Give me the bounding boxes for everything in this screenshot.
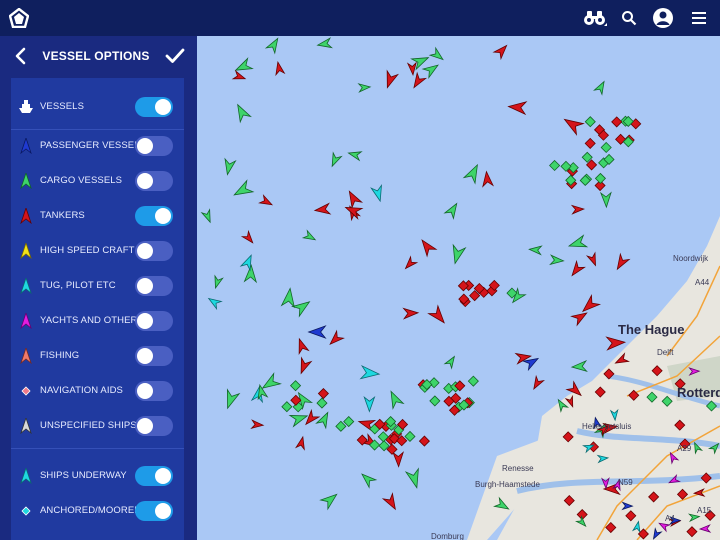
filter-label: HIGH SPEED CRAFT — [40, 245, 135, 256]
filter-label: PASSENGER VESSELS — [40, 140, 147, 151]
user-icon[interactable] — [650, 6, 676, 30]
toggle-navigation-aids[interactable] — [135, 381, 173, 401]
navigation-aid-diamond-icon — [19, 383, 33, 399]
filter-row-vessels[interactable]: VESSELS — [11, 92, 184, 122]
filter-label: UNSPECIFIED SHIPS — [40, 420, 137, 431]
filter-label: FISHING — [40, 350, 80, 361]
road-label: A4 — [665, 514, 675, 523]
home-logo-icon[interactable] — [8, 7, 30, 29]
filter-row-unspecified-ships[interactable]: UNSPECIFIED SHIPS — [11, 411, 184, 441]
cargo-vessel-icon — [19, 171, 33, 190]
toggle-yachts-and-others[interactable] — [135, 311, 173, 331]
unspecified-ship-icon — [19, 416, 33, 435]
divider — [11, 448, 184, 449]
tug-pilot-icon — [19, 276, 33, 295]
toggle-vessels[interactable] — [135, 97, 173, 117]
map-canvas[interactable] — [197, 36, 720, 540]
toggle-tankers[interactable] — [135, 206, 173, 226]
toggle-high-speed-craft[interactable] — [135, 241, 173, 261]
filter-row-cargo-vessels[interactable]: CARGO VESSELS — [11, 166, 184, 196]
road-label: A15 — [697, 506, 712, 515]
place-label: Hellevoetsluis — [582, 422, 632, 431]
toggle-unspecified-ships[interactable] — [135, 416, 173, 436]
menu-icon[interactable] — [686, 6, 712, 30]
filter-label: TANKERS — [40, 210, 85, 221]
tanker-icon — [19, 206, 33, 225]
anchored-diamond-icon — [19, 503, 33, 519]
panel-header: VESSEL OPTIONS — [0, 36, 197, 76]
toggle-ships-underway[interactable] — [135, 466, 173, 486]
yacht-icon — [19, 311, 33, 330]
passenger-vessel-icon — [19, 136, 33, 155]
filter-label: VESSELS — [40, 101, 85, 112]
ship-icon — [19, 99, 33, 115]
filter-label: CARGO VESSELS — [40, 175, 123, 186]
place-label: Burgh-Haamstede — [475, 480, 540, 489]
high-speed-craft-icon — [19, 241, 33, 260]
filter-row-fishing[interactable]: FISHING — [11, 341, 184, 371]
panel-title: VESSEL OPTIONS — [42, 49, 150, 63]
road-label: A29 — [677, 444, 692, 453]
filter-label: TUG, PILOT ETC — [40, 280, 116, 291]
toggle-cargo-vessels[interactable] — [135, 171, 173, 191]
place-label: Noordwijk — [673, 254, 709, 263]
divider — [11, 129, 184, 130]
binoculars-icon[interactable] — [582, 6, 608, 30]
vessel-filter-list: VESSELS PASSENGER VESSELS CARGO VESSELS … — [11, 78, 184, 540]
filter-label: NAVIGATION AIDS — [40, 385, 123, 396]
filter-row-anchored-moored[interactable]: ANCHORED/MOORED — [11, 496, 184, 526]
toggle-fishing[interactable] — [135, 346, 173, 366]
vessel-options-panel: VESSEL OPTIONS VESSELS PASSENGER VESSELS… — [0, 36, 197, 540]
toggle-passenger-vessels[interactable] — [135, 136, 173, 156]
place-label: Delft — [657, 348, 674, 357]
back-icon[interactable] — [12, 46, 30, 66]
search-icon[interactable] — [616, 6, 642, 30]
filter-row-ships-underway[interactable]: SHIPS UNDERWAY — [11, 461, 184, 491]
filter-label: SHIPS UNDERWAY — [40, 470, 127, 481]
underway-icon — [19, 466, 33, 485]
filter-row-yachts-and-others[interactable]: YACHTS AND OTHERS — [11, 306, 184, 336]
filter-label: ANCHORED/MOORED — [40, 505, 142, 516]
road-label: A44 — [695, 278, 710, 287]
confirm-check-icon[interactable] — [164, 46, 186, 66]
filter-row-navigation-aids[interactable]: NAVIGATION AIDS — [11, 376, 184, 406]
toggle-anchored-moored[interactable] — [135, 501, 173, 521]
filter-row-passenger-vessels[interactable]: PASSENGER VESSELS — [11, 131, 184, 161]
filter-label: YACHTS AND OTHERS — [40, 315, 144, 326]
place-label: The Hague — [618, 322, 685, 337]
toggle-tug-pilot[interactable] — [135, 276, 173, 296]
filter-row-tug-pilot[interactable]: TUG, PILOT ETC — [11, 271, 184, 301]
place-label: Domburg — [431, 532, 464, 540]
vessel-map[interactable]: Noordwijk The Hague Delft Rotterdam Hell… — [197, 36, 720, 540]
filter-row-high-speed-craft[interactable]: HIGH SPEED CRAFT — [11, 236, 184, 266]
road-label: N59 — [618, 478, 633, 487]
filter-row-tankers[interactable]: TANKERS — [11, 201, 184, 231]
place-label: Renesse — [502, 464, 534, 473]
fishing-vessel-icon — [19, 346, 33, 365]
place-label: Rotterdam — [677, 385, 720, 400]
top-bar — [0, 0, 720, 36]
